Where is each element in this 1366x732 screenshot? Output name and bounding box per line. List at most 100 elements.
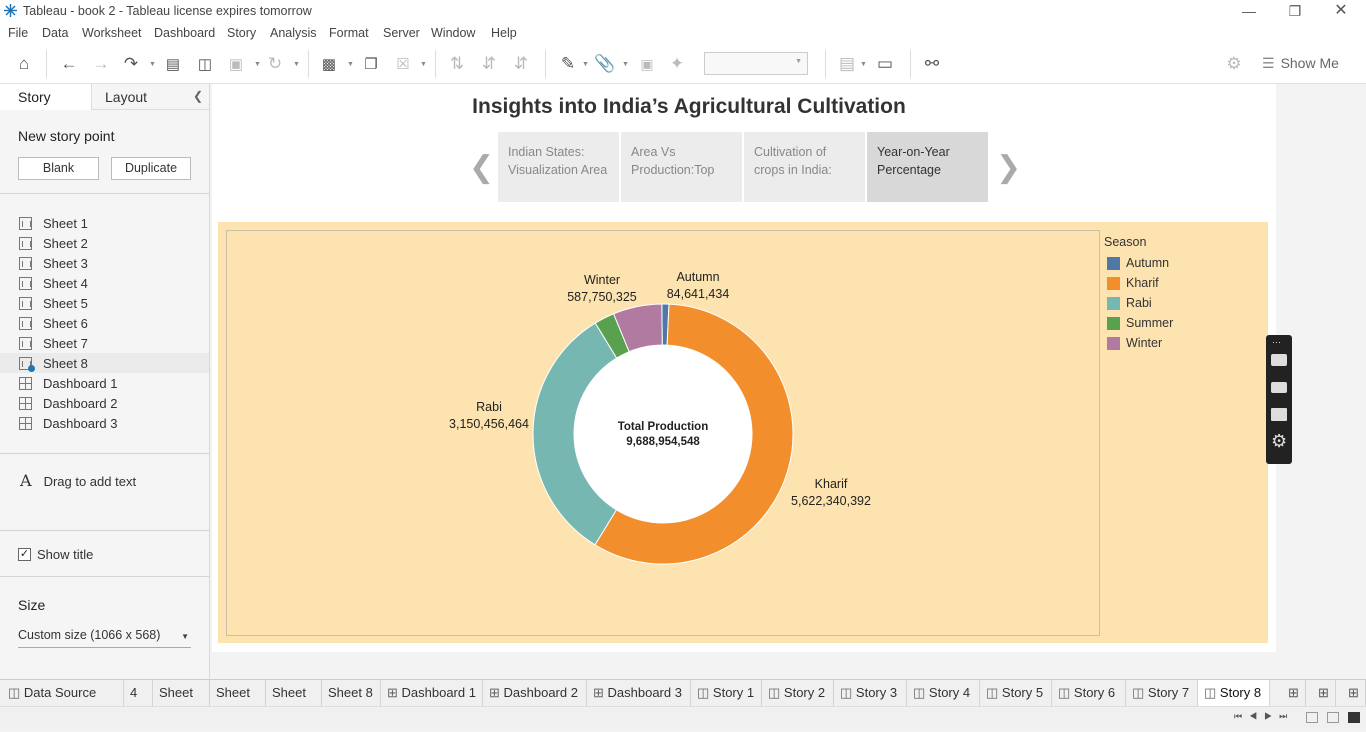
video-icon[interactable] xyxy=(1271,382,1287,393)
share-icon[interactable]: ⚯ xyxy=(921,53,943,75)
new-worksheet-icon[interactable]: ▩ xyxy=(318,53,340,75)
menu-window[interactable]: Window xyxy=(431,26,475,40)
new-worksheet-tab-icon[interactable]: ⊞ xyxy=(1282,680,1306,707)
story-icon: ◫ xyxy=(1058,685,1074,700)
menu-dashboard[interactable]: Dashboard xyxy=(154,26,215,40)
new-dashboard-tab-icon[interactable]: ⊞ xyxy=(1312,680,1336,707)
menu-data[interactable]: Data xyxy=(42,26,68,40)
tab-story[interactable]: Story xyxy=(0,84,92,110)
sheet-tab[interactable]: ◫ Story 5 xyxy=(980,680,1052,707)
presentation-mode-icon[interactable]: ▭ xyxy=(874,53,896,75)
legend-item[interactable]: Summer xyxy=(1104,313,1173,333)
fit-icon[interactable]: ▤ xyxy=(836,53,858,75)
menu-analysis[interactable]: Analysis xyxy=(270,26,317,40)
sheet-tab[interactable]: Sheet 5 xyxy=(153,680,210,726)
menu-file[interactable]: File xyxy=(8,26,28,40)
sheet-tab[interactable]: Sheet 6 xyxy=(210,680,266,726)
sheet-tab[interactable]: ◫ Data Source xyxy=(2,680,124,707)
new-data-source-icon[interactable]: ◫ xyxy=(194,53,216,75)
save-icon[interactable]: ▤ xyxy=(162,53,184,75)
paste-icon[interactable]: ▣ xyxy=(225,53,247,75)
filmstrip-icon[interactable] xyxy=(1327,712,1339,723)
previous-story-point-icon[interactable]: ❮ xyxy=(469,150,494,185)
sheet-list-item[interactable]: Sheet 8 xyxy=(0,353,209,373)
sort-descending-icon[interactable]: ⇵ xyxy=(510,53,532,75)
next-story-point-icon[interactable]: ❯ xyxy=(996,150,1021,185)
gear-icon[interactable]: ⚙ xyxy=(1271,431,1287,452)
sheet-list-item[interactable]: Sheet 6 xyxy=(0,313,209,333)
sheet-tab[interactable]: Sheet 7 xyxy=(266,680,322,726)
sheet-tab[interactable]: ⊞ Dashboard 1 xyxy=(381,680,483,707)
donut-chart[interactable]: Total Production 9,688,954,548 Autumn 84,64… xyxy=(227,231,1101,637)
pin-icon[interactable]: ✦ xyxy=(666,53,688,75)
home-icon[interactable]: ⌂ xyxy=(13,53,35,75)
menu-server[interactable]: Server xyxy=(383,26,420,40)
legend-item[interactable]: Kharif xyxy=(1104,273,1173,293)
sheet-list-item[interactable]: Sheet 5 xyxy=(0,293,209,313)
camera-icon[interactable] xyxy=(1271,354,1287,366)
refresh-icon[interactable]: ↻ xyxy=(264,53,286,75)
sheet-list-item[interactable]: Sheet 7 xyxy=(0,333,209,353)
sort-ascending-icon[interactable]: ⇵ xyxy=(478,53,500,75)
story-point-1[interactable]: Indian States: Visualization Area xyxy=(498,132,619,202)
duplicate-button[interactable]: Duplicate xyxy=(111,157,191,180)
show-title-checkbox[interactable]: ✓ Show title xyxy=(18,547,93,562)
show-me-button[interactable]: ☰ Show Me xyxy=(1262,55,1339,72)
sheet-tab[interactable]: ⊞ Dashboard 3 xyxy=(587,680,691,707)
sheet-tab-label: Story 2 xyxy=(783,685,826,700)
collapse-icon[interactable]: ❮ xyxy=(193,89,203,103)
format-painter-icon[interactable]: ⚙ xyxy=(1223,53,1245,75)
legend-item[interactable]: Winter xyxy=(1104,333,1173,353)
highlight-icon[interactable]: ✎ xyxy=(557,53,579,75)
sheet-list-item[interactable]: Sheet 4 xyxy=(0,273,209,293)
restore-icon[interactable]: ❐ xyxy=(1272,0,1318,23)
sheet-tab[interactable]: ◫ Story 3 xyxy=(834,680,907,707)
menu-format[interactable]: Format xyxy=(329,26,369,40)
tab-layout[interactable]: Layout xyxy=(92,84,209,110)
close-icon[interactable]: ✕ xyxy=(1318,0,1364,23)
sheet-tab[interactable]: ◫ Story 2 xyxy=(762,680,834,707)
story-point-3[interactable]: Cultivation of crops in India: xyxy=(744,132,865,202)
redo-icon[interactable]: → xyxy=(90,53,112,75)
labels-icon[interactable]: ▣ xyxy=(636,53,658,75)
swap-icon[interactable]: ⇅ xyxy=(446,53,468,75)
minimize-icon[interactable]: — xyxy=(1226,0,1272,23)
sheet-tab[interactable]: ◫ Story 4 xyxy=(907,680,980,707)
undo-icon[interactable]: ← xyxy=(58,53,80,75)
sheet-tab[interactable]: ◫ Story 7 xyxy=(1126,680,1198,707)
sheet-tab[interactable]: ◫ Story 8 xyxy=(1198,680,1270,707)
drag-to-add-text[interactable]: A Drag to add text xyxy=(20,471,136,490)
legend-item[interactable]: Autumn xyxy=(1104,253,1173,273)
normal-view-icon[interactable] xyxy=(1348,712,1360,723)
window-title: Tableau - book 2 - Tableau license expir… xyxy=(23,4,312,18)
sheet-sorter-icon[interactable] xyxy=(1306,712,1318,723)
group-icon[interactable]: 📎 xyxy=(594,53,616,75)
story-point-2[interactable]: Area Vs Production:Top xyxy=(621,132,742,202)
menu-worksheet[interactable]: Worksheet xyxy=(82,26,142,40)
more-icon[interactable]: ⋯ xyxy=(1272,337,1281,348)
legend-item[interactable]: Rabi xyxy=(1104,293,1173,313)
fit-width-select[interactable]: ▼ xyxy=(704,52,808,75)
clear-sheet-icon[interactable]: ☒ xyxy=(392,53,414,75)
sheet-tab[interactable]: 4 xyxy=(124,680,153,707)
sheet-list-item[interactable]: Dashboard 3 xyxy=(0,413,209,433)
sheet-list-item[interactable]: Sheet 2 xyxy=(0,233,209,253)
sheet-list-item[interactable]: Dashboard 1 xyxy=(0,373,209,393)
sheet-list-item[interactable]: Sheet 3 xyxy=(0,253,209,273)
copy-icon[interactable] xyxy=(1271,408,1287,421)
menu-story[interactable]: Story xyxy=(227,26,256,40)
sheet-tab[interactable]: ⊞ Dashboard 2 xyxy=(483,680,587,707)
new-story-tab-icon[interactable]: ⊞ xyxy=(1342,680,1366,707)
sheet-tab[interactable]: ◫ Story 1 xyxy=(691,680,762,707)
redirect-icon[interactable]: ↷ xyxy=(120,53,142,75)
tab-navigation-icons[interactable]: ⏮◀▶⏭ xyxy=(1234,711,1294,722)
sheet-list-item[interactable]: Sheet 1 xyxy=(0,213,209,233)
story-point-4[interactable]: Year-on-Year Percentage xyxy=(867,132,988,202)
duplicate-sheet-icon[interactable]: ❐ xyxy=(360,53,382,75)
sheet-tab[interactable]: ◫ Story 6 xyxy=(1052,680,1126,707)
sheet-tab[interactable]: Sheet 8 xyxy=(322,680,381,707)
menu-help[interactable]: Help xyxy=(491,26,517,40)
size-select[interactable]: Custom size (1066 x 568) ▼ xyxy=(18,628,191,648)
sheet-list-item[interactable]: Dashboard 2 xyxy=(0,393,209,413)
blank-button[interactable]: Blank xyxy=(18,157,99,180)
